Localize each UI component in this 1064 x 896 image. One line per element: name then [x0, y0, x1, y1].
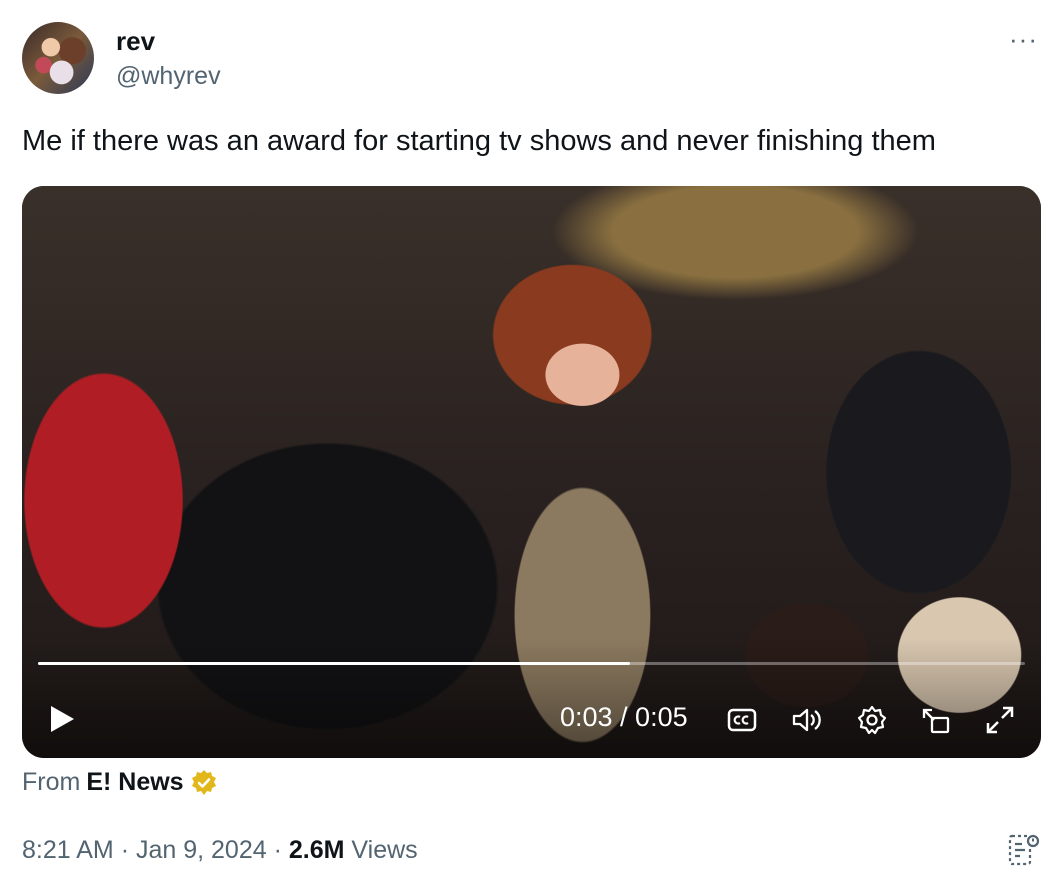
tweet-text: Me if there was an award for starting tv…	[22, 125, 936, 157]
views-label: Views	[351, 836, 418, 864]
meta-separator: ·	[120, 836, 130, 864]
video-time: 0:03 / 0:05	[560, 702, 688, 732]
views-count: 2.6M	[288, 836, 345, 864]
pop-out-icon[interactable]	[920, 704, 952, 736]
verified-badge-icon	[191, 769, 216, 795]
display-name[interactable]: rev	[116, 26, 155, 57]
analytics-icon[interactable]	[1006, 832, 1042, 868]
video-player[interactable]: 0:03 / 0:05	[22, 186, 1041, 758]
source-name[interactable]: E! News	[86, 768, 183, 797]
settings-gear-icon[interactable]	[856, 704, 888, 736]
fullscreen-icon[interactable]	[984, 704, 1016, 736]
user-handle[interactable]: @whyrev	[116, 62, 221, 91]
controls-overlay	[22, 638, 1041, 758]
tweet-date[interactable]: Jan 9, 2024	[136, 836, 267, 864]
video-source: From E! News	[22, 768, 218, 797]
tweet-time[interactable]: 8:21 AM	[22, 836, 114, 864]
source-prefix: From	[22, 768, 81, 796]
play-icon[interactable]	[48, 704, 76, 734]
meta-separator: ·	[273, 836, 282, 864]
more-options-icon[interactable]: ···	[1009, 24, 1038, 55]
video-progress-fill	[38, 662, 631, 665]
volume-icon[interactable]	[790, 704, 822, 736]
tweet-meta: 8:21 AM · Jan 9, 2024 · 2.6M Views	[22, 836, 418, 865]
avatar[interactable]	[22, 22, 94, 94]
video-progress-bar[interactable]	[38, 662, 1025, 665]
closed-captions-icon[interactable]	[726, 704, 758, 736]
